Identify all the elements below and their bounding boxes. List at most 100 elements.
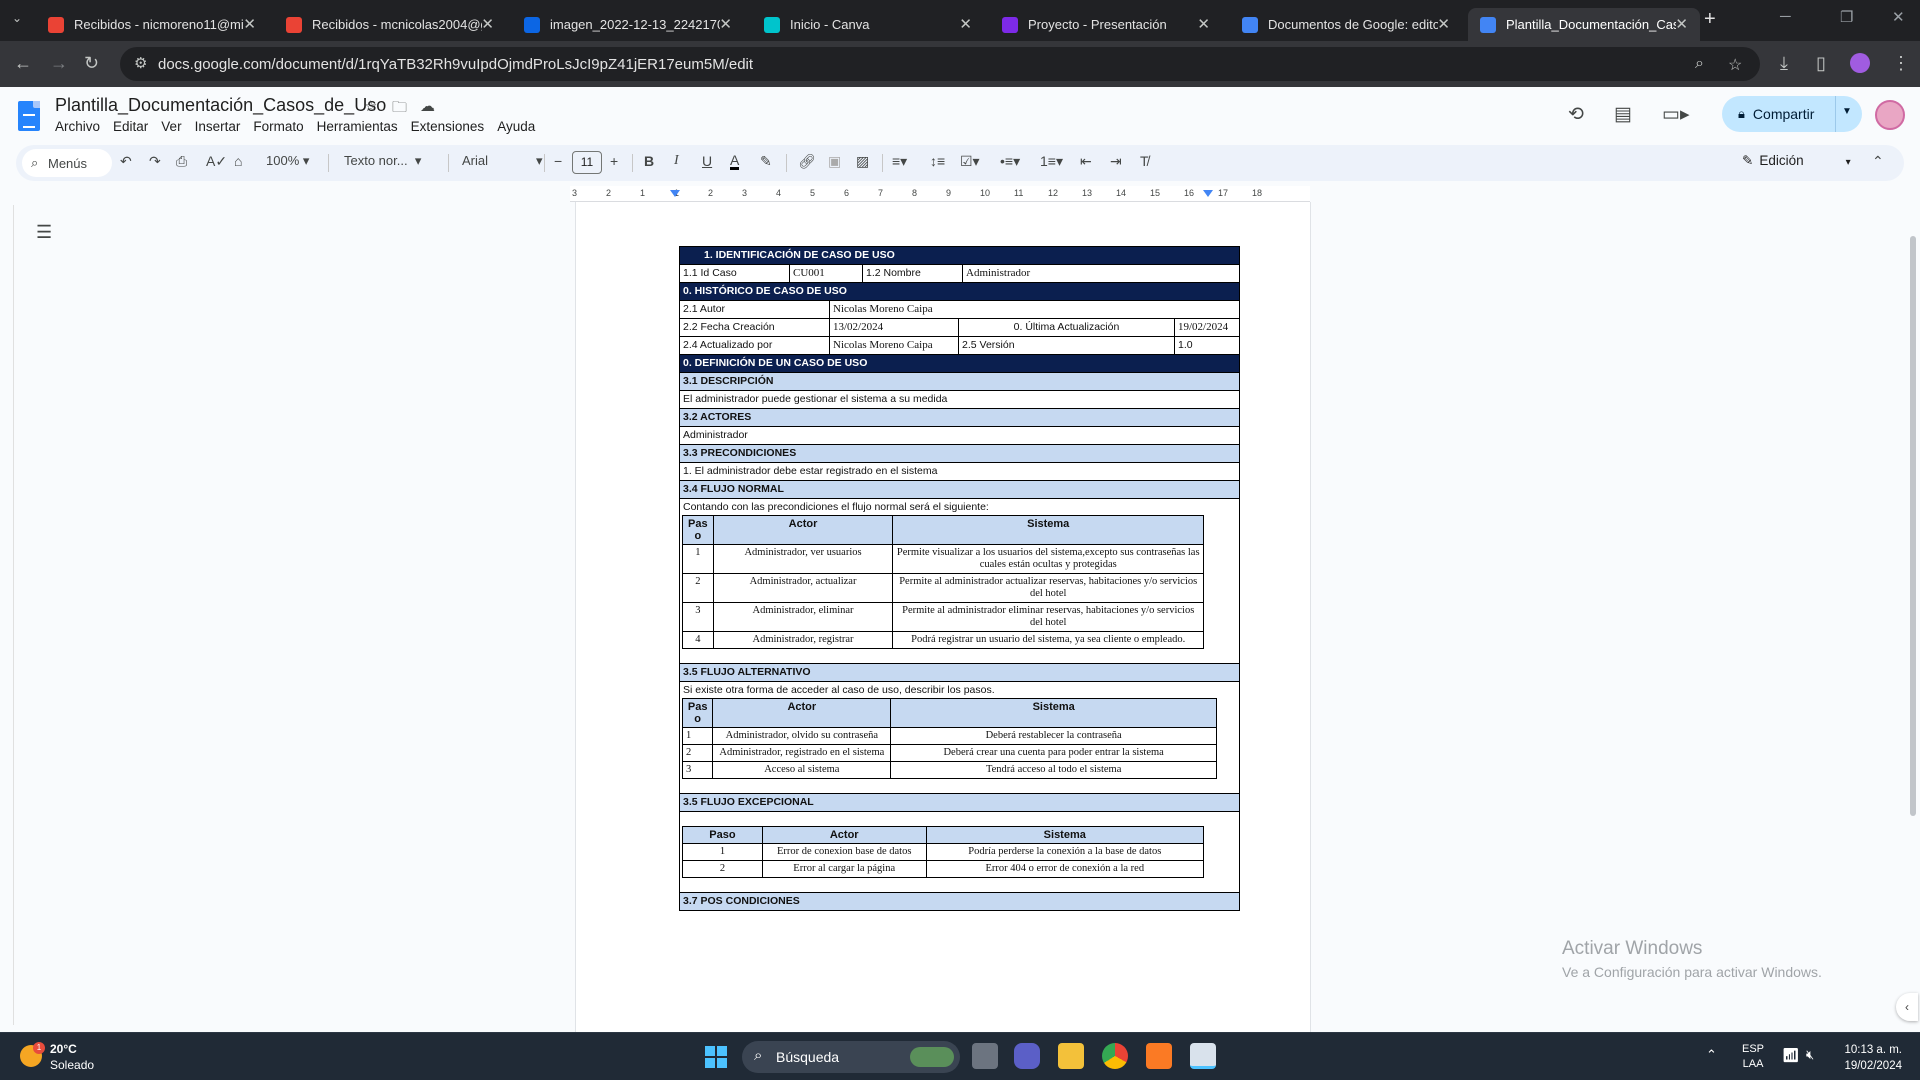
xampp-icon[interactable] bbox=[1146, 1043, 1172, 1069]
wifi-icon[interactable]: 📶︎ bbox=[1782, 1047, 1800, 1064]
search-menus-button[interactable]: ⌕ Menús bbox=[22, 149, 112, 177]
decrease-font-size-icon[interactable]: − bbox=[554, 153, 562, 169]
add-comment-icon[interactable]: ▣ bbox=[828, 153, 841, 170]
browser-tab[interactable]: imagen_2022-12-13_22421701 ✕ bbox=[512, 8, 744, 41]
close-tab-icon[interactable]: ✕ bbox=[719, 15, 732, 33]
zoom-select[interactable]: 100% ▾ bbox=[266, 153, 309, 169]
close-tab-icon[interactable]: ✕ bbox=[959, 15, 972, 33]
increase-font-size-icon[interactable]: + bbox=[610, 153, 618, 169]
comments-icon[interactable]: ▤ bbox=[1614, 103, 1632, 126]
insert-image-icon[interactable]: ▨ bbox=[856, 153, 869, 170]
menu-item[interactable]: Editar bbox=[113, 119, 148, 134]
side-panel-toggle-icon[interactable]: ‹ bbox=[1896, 993, 1918, 1021]
close-tab-icon[interactable]: ✕ bbox=[1675, 15, 1688, 33]
clear-formatting-icon[interactable]: T̸ bbox=[1140, 153, 1149, 169]
download-icon[interactable]: ⤓ bbox=[1780, 53, 1788, 74]
undo-icon[interactable]: ↶ bbox=[120, 153, 132, 170]
menu-item[interactable]: Formato bbox=[253, 119, 303, 134]
docs-logo-icon[interactable] bbox=[18, 101, 40, 131]
volume-muted-icon[interactable]: 🔇︎ bbox=[1806, 1047, 1814, 1063]
close-tab-icon[interactable]: ✕ bbox=[1437, 15, 1450, 33]
version-history-icon[interactable]: ⟲ bbox=[1568, 103, 1584, 126]
browser-tab[interactable]: Plantilla_Documentación_Casos ✕ bbox=[1468, 8, 1700, 41]
line-spacing-icon[interactable]: ↕≡ bbox=[930, 153, 945, 169]
zoom-icon[interactable]: ⌕ bbox=[1695, 55, 1704, 73]
close-tab-icon[interactable]: ✕ bbox=[1197, 15, 1210, 33]
increase-indent-icon[interactable]: ⇥ bbox=[1110, 153, 1122, 170]
menu-item[interactable]: Insertar bbox=[195, 119, 241, 134]
close-tab-icon[interactable]: ✕ bbox=[243, 15, 256, 33]
font-size-input[interactable]: 11 bbox=[572, 151, 602, 174]
start-button[interactable] bbox=[705, 1046, 727, 1068]
print-icon[interactable]: ⎙ bbox=[176, 153, 187, 170]
align-icon[interactable]: ≡▾ bbox=[892, 153, 907, 170]
underline-icon[interactable]: U bbox=[702, 153, 712, 169]
checklist-icon[interactable]: ☑▾ bbox=[960, 153, 980, 170]
document-title[interactable]: Plantilla_Documentación_Casos_de_Uso bbox=[55, 95, 386, 116]
vertical-ruler[interactable] bbox=[0, 205, 14, 1025]
decrease-indent-icon[interactable]: ⇤ bbox=[1080, 153, 1092, 170]
menu-item[interactable]: Herramientas bbox=[317, 119, 398, 134]
font-select[interactable]: Arial ▾ bbox=[462, 153, 543, 169]
teams-icon[interactable] bbox=[1014, 1043, 1040, 1069]
back-icon[interactable]: ← bbox=[14, 53, 32, 74]
bulleted-list-icon[interactable]: •≡▾ bbox=[1000, 153, 1020, 170]
menu-item[interactable]: Ver bbox=[161, 119, 181, 134]
collapse-menus-icon[interactable]: ⌃ bbox=[1872, 153, 1884, 170]
italic-icon[interactable]: I bbox=[674, 153, 679, 169]
star-icon[interactable]: ☆ bbox=[364, 97, 377, 115]
close-tab-icon[interactable]: ✕ bbox=[481, 15, 494, 33]
language-indicator[interactable]: ESP LAA bbox=[1742, 1042, 1764, 1072]
close-window-icon[interactable]: ✕ bbox=[1892, 8, 1905, 26]
link-icon[interactable]: 🔗︎ bbox=[798, 153, 816, 170]
style-select[interactable]: Texto nor... ▾ bbox=[344, 153, 421, 169]
right-indent-marker[interactable] bbox=[1203, 190, 1213, 197]
numbered-list-icon[interactable]: 1≡▾ bbox=[1040, 153, 1063, 170]
tab-search-icon[interactable]: ⌄ bbox=[12, 11, 22, 25]
menu-item[interactable]: Extensiones bbox=[411, 119, 485, 134]
browser-tab[interactable]: Recibidos - nicmoreno11@mis ✕ bbox=[36, 8, 268, 41]
file-explorer-icon[interactable] bbox=[1058, 1043, 1084, 1069]
new-tab-button[interactable]: + bbox=[1704, 8, 1716, 31]
reload-icon[interactable]: ↻ bbox=[84, 53, 99, 74]
bookmark-star-icon[interactable]: ☆ bbox=[1728, 55, 1742, 75]
bold-icon[interactable]: B bbox=[644, 153, 654, 169]
meet-icon[interactable]: ▭▸ bbox=[1662, 103, 1690, 126]
clock[interactable]: 10:13 a. m. 19/02/2024 bbox=[1836, 1042, 1902, 1074]
minimize-icon[interactable]: ─ bbox=[1780, 8, 1791, 25]
menu-item[interactable]: Archivo bbox=[55, 119, 100, 134]
horizontal-ruler[interactable]: 3 2 1 1 2 3 4 5 6 7 8 9 10 11 12 13 14 15 16 17 18 bbox=[570, 186, 1310, 202]
highlight-icon[interactable]: ✎ bbox=[760, 153, 772, 170]
paint-format-icon[interactable]: ⌂ bbox=[234, 153, 242, 169]
weather-temperature[interactable]: 20°C bbox=[50, 1042, 77, 1056]
site-info-icon[interactable]: ⚙ bbox=[134, 54, 147, 72]
browser-tab[interactable]: Inicio - Canva ✕ bbox=[752, 8, 984, 41]
browser-menu-icon[interactable]: ⋮ bbox=[1892, 53, 1910, 74]
browser-tab[interactable]: Recibidos - mcnicolas2004@gm ✕ bbox=[274, 8, 506, 41]
vertical-scrollbar[interactable] bbox=[1910, 236, 1916, 816]
text-color-icon[interactable]: A bbox=[730, 153, 740, 170]
chrome-icon[interactable] bbox=[1102, 1043, 1128, 1069]
taskbar-search[interactable]: ⌕ Búsqueda bbox=[742, 1041, 960, 1073]
system-tray-chevron-icon[interactable]: ⌃ bbox=[1706, 1047, 1717, 1063]
left-indent-marker[interactable] bbox=[670, 190, 680, 197]
profile-avatar[interactable] bbox=[1850, 53, 1870, 73]
task-view-icon[interactable] bbox=[972, 1043, 998, 1069]
redo-icon[interactable]: ↷ bbox=[149, 153, 161, 170]
weather-description[interactable]: Soleado bbox=[50, 1058, 94, 1072]
address-bar[interactable]: ⚙ docs.google.com/document/d/1rqYaTB32Rh… bbox=[120, 47, 1760, 81]
share-button[interactable]: 🔒︎ Compartir ▼ bbox=[1722, 96, 1862, 132]
share-dropdown-icon[interactable]: ▼ bbox=[1842, 106, 1852, 117]
document-outline-icon[interactable]: ☰ bbox=[36, 222, 52, 243]
cloud-saved-icon[interactable]: ☁ bbox=[420, 97, 435, 115]
browser-tab[interactable]: Proyecto - Presentación ✕ bbox=[990, 8, 1222, 41]
document-page[interactable]: 1. IDENTIFICACIÓN DE CASO DE USO 1.1 Id … bbox=[575, 202, 1311, 1032]
browser-tab[interactable]: Documentos de Google: editor ✕ bbox=[1230, 8, 1462, 41]
side-panel-icon[interactable]: ▯ bbox=[1816, 53, 1826, 74]
forward-icon[interactable]: → bbox=[50, 53, 68, 74]
account-avatar[interactable] bbox=[1875, 100, 1905, 130]
app-active-icon[interactable] bbox=[1190, 1043, 1216, 1069]
spellcheck-icon[interactable]: A✓ bbox=[206, 153, 227, 170]
restore-icon[interactable]: ❐ bbox=[1840, 8, 1853, 26]
menu-item[interactable]: Ayuda bbox=[497, 119, 535, 134]
